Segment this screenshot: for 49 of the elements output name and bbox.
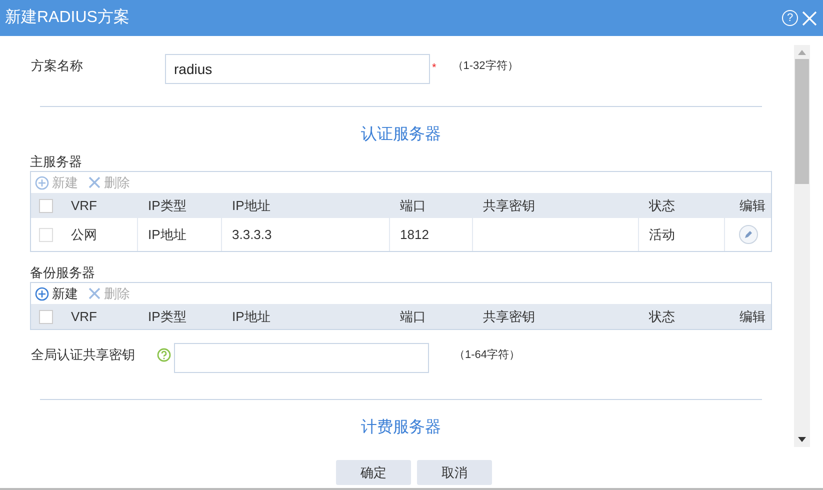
scheme-name-field[interactable]: radius bbox=[165, 54, 430, 84]
column-header: IP地址 bbox=[231, 196, 272, 215]
plus-icon bbox=[35, 286, 49, 300]
column-header: VRF bbox=[70, 196, 98, 215]
field-label: 全局认证共享密钥 bbox=[30, 346, 136, 364]
table-cell-text: IP地址 bbox=[148, 226, 186, 244]
column-header: 编辑 bbox=[738, 308, 766, 326]
table-cell-text: 1812 bbox=[400, 226, 429, 244]
checkbox[interactable] bbox=[39, 228, 53, 242]
section-label: 备份服务器 bbox=[30, 264, 96, 282]
table-cell-text: 活动 bbox=[649, 226, 675, 244]
column-header: IP类型 bbox=[147, 196, 188, 215]
column-header: 端口 bbox=[399, 308, 427, 326]
checkbox[interactable] bbox=[39, 198, 53, 212]
window-title: 新建RADIUS方案 bbox=[5, 7, 130, 28]
close-icon bbox=[802, 10, 817, 26]
section-label: 主服务器 bbox=[30, 153, 83, 171]
shared-key-field[interactable] bbox=[174, 343, 429, 373]
checkbox[interactable] bbox=[39, 310, 53, 324]
section-title: 认证服务器 bbox=[360, 125, 442, 145]
scroll-up-icon bbox=[798, 50, 806, 55]
add-button[interactable]: 新建 bbox=[35, 284, 78, 304]
column-header: IP地址 bbox=[231, 308, 272, 326]
column-header: VRF bbox=[70, 308, 98, 326]
table-cell-text: 3.3.3.3 bbox=[232, 226, 272, 244]
help-icon bbox=[157, 348, 171, 362]
table-cell-text: 公网 bbox=[71, 226, 97, 244]
x-icon bbox=[88, 176, 101, 189]
column-header: 共享密钥 bbox=[482, 196, 536, 215]
column-header: 端口 bbox=[399, 196, 427, 215]
close-button[interactable] bbox=[801, 10, 818, 26]
plus-icon bbox=[35, 176, 49, 190]
edit-button[interactable] bbox=[738, 225, 758, 244]
column-header: 编辑 bbox=[738, 196, 766, 215]
hint-text: （1-64字符） bbox=[454, 348, 520, 363]
required-mark: * bbox=[432, 61, 436, 76]
scrollbar[interactable] bbox=[794, 45, 810, 447]
field-label: 方案名称 bbox=[30, 57, 84, 76]
hint-text: （1-32字符） bbox=[452, 58, 518, 74]
ok-button[interactable]: 确定 bbox=[336, 460, 411, 485]
pencil-icon bbox=[743, 230, 753, 240]
scroll-down-icon bbox=[798, 437, 806, 442]
column-header: IP类型 bbox=[147, 308, 188, 326]
column-header: 状态 bbox=[648, 196, 676, 215]
column-header: 状态 bbox=[648, 308, 676, 326]
x-icon bbox=[88, 287, 101, 300]
cancel-button[interactable]: 取消 bbox=[417, 460, 492, 485]
section-title: 计费服务器 bbox=[360, 418, 442, 438]
column-header: 共享密钥 bbox=[482, 308, 536, 326]
